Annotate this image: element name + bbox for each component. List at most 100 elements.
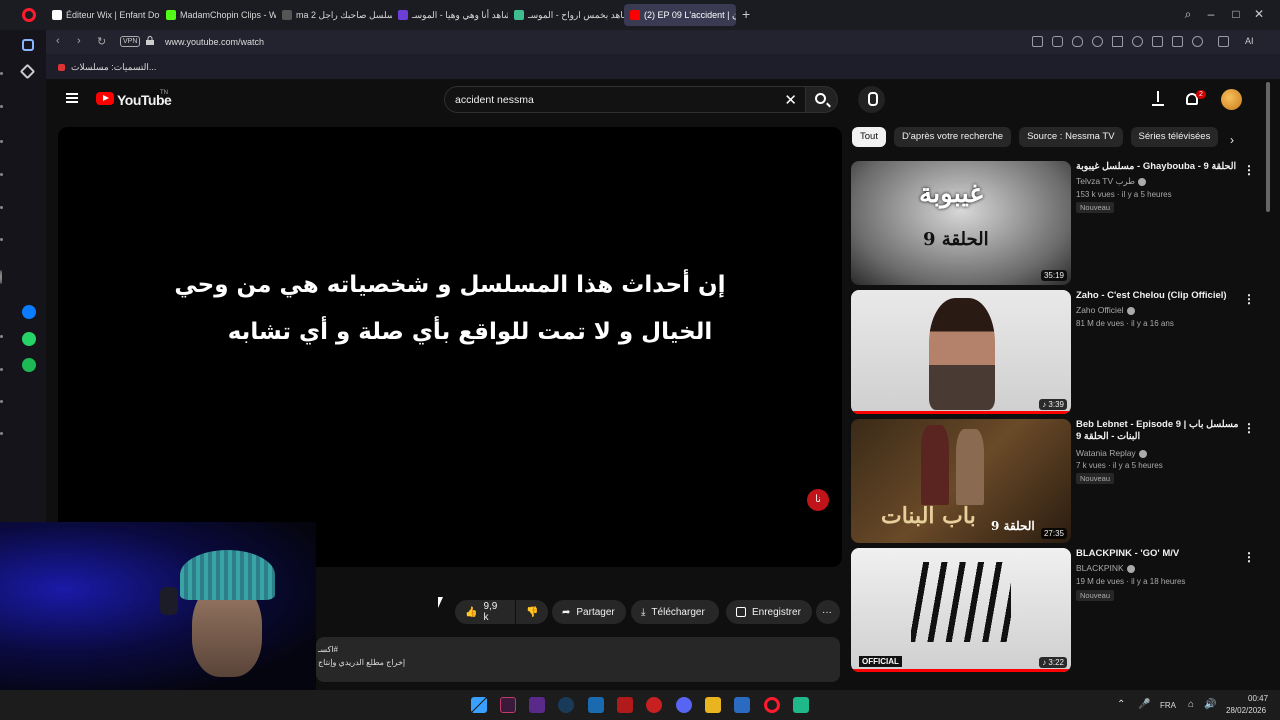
more-options-icon[interactable]: ⋮ <box>1243 421 1255 435</box>
extension-icon[interactable] <box>1092 36 1103 47</box>
edit-icon[interactable] <box>1032 36 1043 47</box>
app-icon[interactable] <box>529 697 545 713</box>
tab-series-3[interactable]: شاهد بخمس ارواح - الموسـ <box>508 4 624 26</box>
chip-all[interactable]: Tout <box>852 127 886 147</box>
video-title[interactable]: BLACKPINK - 'GO' M/V <box>1076 548 1241 560</box>
youtube-logo-icon[interactable] <box>96 92 114 105</box>
voice-search-icon[interactable] <box>858 86 885 113</box>
steam-icon[interactable] <box>558 697 574 713</box>
search-button[interactable] <box>806 86 838 113</box>
app-icon[interactable] <box>793 697 809 713</box>
camera-icon[interactable] <box>1052 36 1063 47</box>
recommendation-item[interactable]: باب البنات الحلقة 9 27:35 Beb Lebnet - E… <box>851 419 1261 543</box>
windows-start-icon[interactable] <box>471 697 487 713</box>
more-options-icon[interactable]: ⋮ <box>1243 292 1255 306</box>
video-thumbnail[interactable]: غيبوبة الحلقة 9 35:19 <box>851 161 1071 285</box>
video-thumbnail[interactable]: ♪ 3:39 <box>851 290 1071 414</box>
channel-name[interactable]: BLACKPINK <box>1076 563 1135 573</box>
save-button[interactable]: Enregistrer <box>726 600 812 624</box>
channel-watermark[interactable]: نا <box>807 489 829 511</box>
network-icon[interactable]: ⌂ <box>1188 699 1194 710</box>
more-actions-button[interactable]: ··· <box>816 600 840 624</box>
recommendation-item[interactable]: ♪ 3:39 Zaho - C'est Chelou (Clip Officie… <box>851 290 1261 414</box>
recommendation-item[interactable]: OFFICIAL ♪ 3:22 BLACKPINK - 'GO' M/V BLA… <box>851 548 1261 672</box>
new-tab-button[interactable]: + <box>742 7 750 21</box>
search-query-text: accident nessma <box>455 94 534 106</box>
clock-date[interactable]: 28/02/2026 <box>1226 706 1266 715</box>
profile-icon[interactable] <box>1192 36 1203 47</box>
microphone-icon[interactable]: 🎤 <box>1138 699 1150 710</box>
channel-name[interactable]: Telvza TV طرب <box>1076 176 1146 187</box>
channel-name[interactable]: Watania Replay <box>1076 448 1147 458</box>
tab-youtube[interactable]: (2) EP 09 L'accident | تدون <box>624 4 736 26</box>
video-title[interactable]: Zaho - C'est Chelou (Clip Officiel) <box>1076 290 1241 302</box>
app-icon[interactable] <box>617 697 633 713</box>
chip-source-nessma[interactable]: Source : Nessma TV <box>1019 127 1123 147</box>
search-tabs-icon[interactable]: ⌕ <box>1181 7 1195 21</box>
download-button[interactable]: ⤓ Télécharger <box>631 600 719 624</box>
more-options-icon[interactable]: ⋮ <box>1243 163 1255 177</box>
avatar[interactable] <box>1221 89 1242 110</box>
app-icon[interactable] <box>734 697 750 713</box>
video-player[interactable]: إن أحداث هذا المسلسل و شخصياته هي من وحي… <box>58 127 842 567</box>
page-scrollbar[interactable] <box>1266 82 1270 212</box>
channel-name[interactable]: Zaho Officiel <box>1076 305 1135 315</box>
app-icon[interactable] <box>500 697 516 713</box>
guide-menu-icon[interactable] <box>66 93 78 103</box>
opera-logo-icon[interactable] <box>22 8 36 22</box>
like-button[interactable]: 👍 9,9 k <box>455 600 515 624</box>
volume-icon[interactable]: 🔊 <box>1204 699 1216 710</box>
spotify-icon[interactable] <box>22 358 36 372</box>
video-thumbnail[interactable]: OFFICIAL ♪ 3:22 <box>851 548 1071 672</box>
new-badge: Nouveau <box>1076 202 1115 213</box>
chevron-right-icon[interactable]: › <box>1230 133 1234 147</box>
video-description[interactable]: #اكسـ إخراج مطلع الدريدي وإنتاج <box>316 637 840 682</box>
forward-icon[interactable]: › <box>77 35 81 47</box>
opera-taskbar-icon[interactable] <box>764 697 780 713</box>
video-thumbnail[interactable]: باب البنات الحلقة 9 27:35 <box>851 419 1071 543</box>
bookmark-item[interactable]: التسميات: مسلسلات... <box>58 62 156 73</box>
maximize-icon[interactable]: □ <box>1229 7 1243 21</box>
cube-icon[interactable] <box>1218 36 1229 47</box>
more-options-icon[interactable]: ⋮ <box>1243 550 1255 564</box>
app-icon[interactable] <box>588 697 604 713</box>
ai-button[interactable]: AI <box>1245 36 1254 46</box>
tab-madamchopin[interactable]: MadamChopin Clips - Wa <box>160 4 276 26</box>
tab-wix[interactable]: Éditeur Wix | Enfant Dou 1 <box>46 4 160 26</box>
discord-icon[interactable] <box>676 697 692 713</box>
tray-chevron-icon[interactable]: ⌃ <box>1117 699 1125 710</box>
video-title[interactable]: Beb Lebnet - Episode 9 | مسلسل باب البنا… <box>1076 419 1241 443</box>
shield-icon[interactable] <box>1072 36 1083 47</box>
back-icon[interactable]: ‹ <box>56 35 60 47</box>
video-title[interactable]: مسلسل غيبوبة - Ghaybouba - الحلقة 9 <box>1076 161 1241 173</box>
heart-icon[interactable] <box>1132 36 1143 47</box>
app-icon[interactable] <box>646 697 662 713</box>
dislike-button[interactable]: 👎 <box>516 600 548 624</box>
description-hashtag[interactable]: #اكسـ <box>318 645 338 654</box>
vpn-badge[interactable]: VPN <box>120 36 141 47</box>
clock-time[interactable]: 00:47 <box>1248 694 1268 703</box>
language-indicator[interactable]: FRA <box>1160 701 1176 710</box>
create-icon[interactable] <box>1152 91 1164 106</box>
file-explorer-icon[interactable] <box>705 697 721 713</box>
chip-related-search[interactable]: D'après votre recherche <box>893 127 1012 147</box>
tab-series-2[interactable]: شاهد أنا وهي وهيا - الموسـ <box>392 4 508 26</box>
chip-tv-series[interactable]: Séries télévisées <box>1130 127 1219 147</box>
duration-badge: 35:19 <box>1040 270 1067 281</box>
close-icon[interactable]: ✕ <box>1252 7 1266 21</box>
messenger-icon[interactable] <box>22 305 36 319</box>
menu-icon[interactable] <box>1172 36 1183 47</box>
whatsapp-icon[interactable] <box>22 332 36 346</box>
recommendation-item[interactable]: غيبوبة الحلقة 9 35:19 مسلسل غيبوبة - Gha… <box>851 161 1261 285</box>
download-icon[interactable] <box>1152 36 1163 47</box>
reload-icon[interactable]: ↻ <box>97 35 106 48</box>
star-icon[interactable] <box>19 63 36 80</box>
url-text[interactable]: www.youtube.com/watch <box>165 37 264 47</box>
home-icon[interactable] <box>22 39 34 51</box>
play-icon[interactable] <box>1112 36 1123 47</box>
minimize-icon[interactable]: – <box>1204 7 1218 21</box>
share-button[interactable]: ➦ Partager <box>552 600 626 624</box>
clear-search-icon[interactable]: ✕ <box>784 91 797 109</box>
search-input[interactable]: accident nessma ✕ <box>444 86 806 113</box>
tab-series-1[interactable]: ma 2 مسلسل صاحبك راجل <box>276 4 392 26</box>
